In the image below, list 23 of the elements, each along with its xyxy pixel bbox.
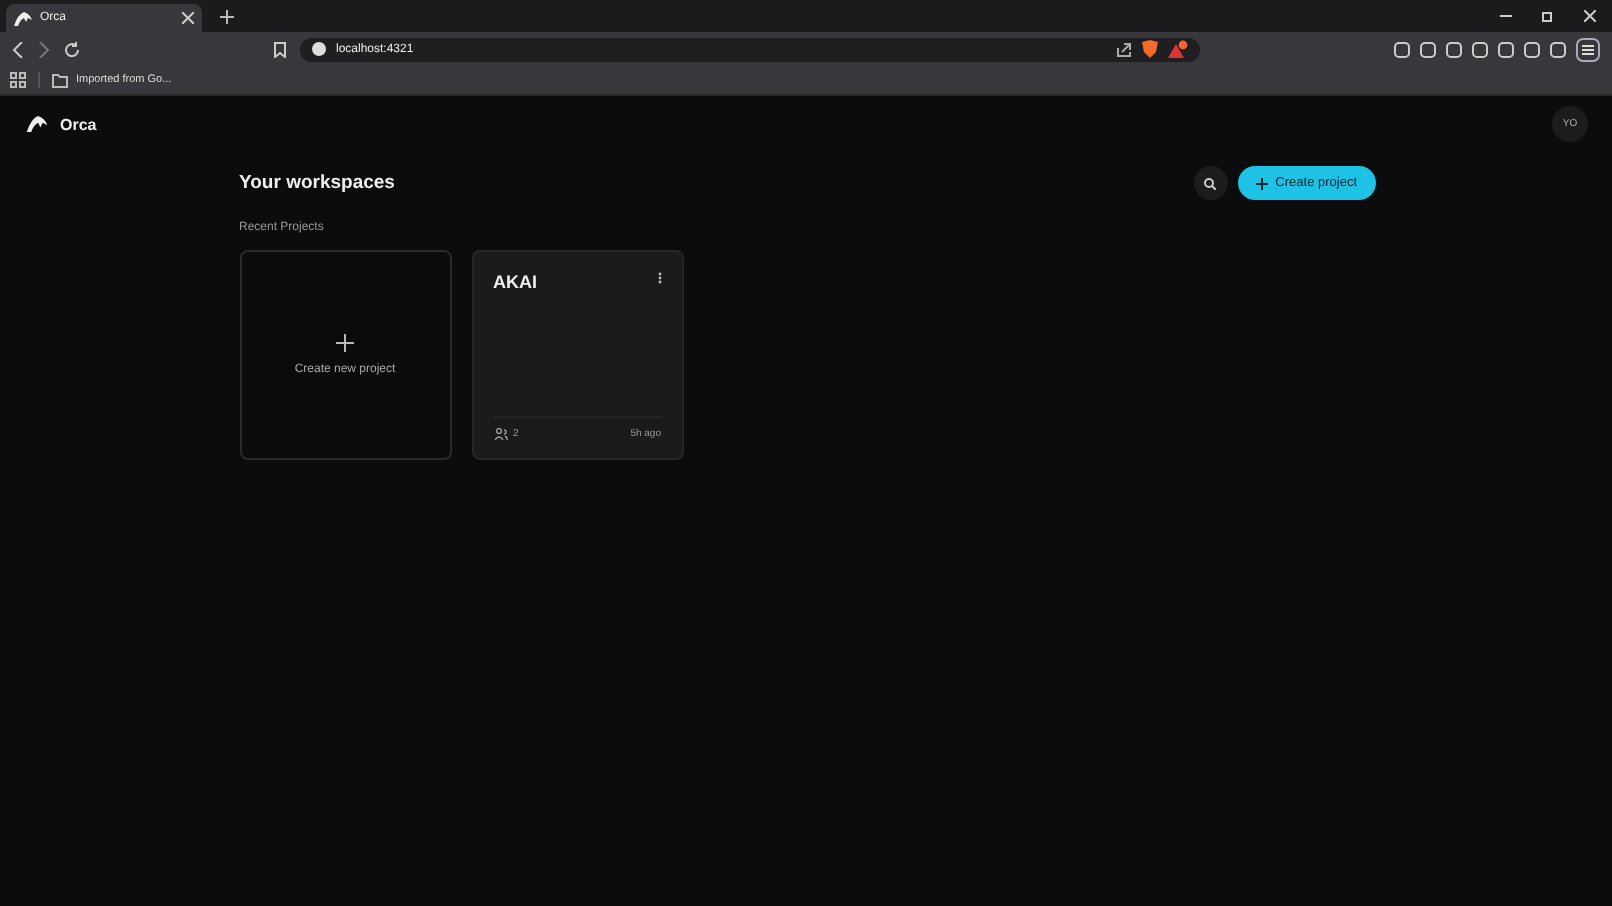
bookmark-icon[interactable] (274, 41, 286, 57)
plus-icon (336, 334, 354, 352)
search-icon (1204, 177, 1217, 189)
apps-grid-icon[interactable] (10, 72, 26, 88)
info-icon (312, 42, 326, 56)
close-icon[interactable] (1584, 10, 1596, 22)
plus-icon (1255, 177, 1268, 189)
project-name: AKAI (493, 272, 537, 292)
minimize-icon[interactable] (1500, 10, 1512, 22)
forward-icon[interactable] (38, 41, 50, 57)
brand-name: Orca (60, 115, 97, 133)
share-icon[interactable] (1116, 41, 1132, 57)
close-icon[interactable] (182, 12, 194, 24)
new-tab-icon[interactable] (220, 9, 234, 23)
page-title: Your workspaces (239, 172, 395, 194)
triangle-icon[interactable] (1168, 40, 1188, 58)
menu-icon[interactable] (1576, 37, 1600, 61)
back-icon[interactable] (12, 41, 24, 57)
reload-icon[interactable] (64, 41, 80, 57)
restore-icon[interactable] (1542, 10, 1554, 22)
people-icon (493, 428, 507, 440)
search-button[interactable] (1193, 166, 1228, 200)
folder-icon (52, 73, 68, 87)
